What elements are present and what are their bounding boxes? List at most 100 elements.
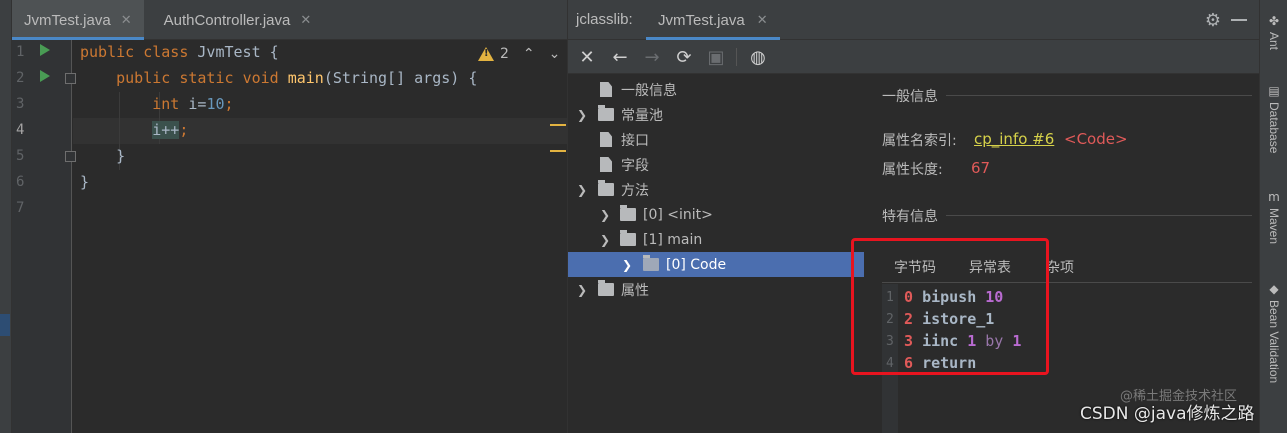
panel-toolbar: ✕ ← → ⟳ ▣ ◍ (568, 40, 1259, 74)
code-line-1: public class JvmTest { (80, 43, 279, 61)
ant-icon: ✤ (1268, 14, 1280, 28)
panel-tab-jvmtest[interactable]: JvmTest.java ✕ (646, 0, 780, 40)
database-icon: ▤ (1268, 84, 1280, 98)
tool-label: Database (1267, 102, 1281, 154)
general-info-heading: 一般信息 (882, 89, 938, 105)
chevron-up-icon[interactable]: ⌃ (523, 46, 535, 62)
refresh-icon[interactable]: ⟳ (672, 45, 696, 69)
close-icon[interactable]: ✕ (300, 12, 311, 28)
tree-item-constant-pool[interactable]: ❯ 常量池 (568, 102, 864, 127)
tree-item-method-main[interactable]: ❯ [1] main (568, 227, 864, 252)
folder-icon (620, 205, 636, 221)
length-label: 属性长度: (882, 162, 943, 178)
file-icon (600, 132, 612, 147)
folder-icon (598, 280, 614, 296)
toolbar-separator (736, 48, 737, 66)
close-icon[interactable]: ✕ (121, 12, 132, 28)
hide-icon[interactable] (1231, 19, 1247, 21)
code-line-4: i++; (152, 121, 189, 139)
chevron-right-icon[interactable]: ❯ (599, 208, 611, 222)
tab-label: AuthController.java (163, 11, 291, 29)
right-tool-strip: ✤ Ant ▤ Database m Maven ◆ Bean Validati… (1259, 0, 1287, 433)
annotation-highlight-box (851, 238, 1049, 375)
tool-bean-validation[interactable]: ◆ Bean Validation (1264, 282, 1284, 383)
jclasslib-panel: jclasslib: JvmTest.java ✕ ⚙ ✕ ← → ⟳ ▣ ◍ … (568, 0, 1259, 433)
line-number: 7 (16, 200, 25, 216)
chevron-down-icon[interactable]: ❯ (599, 233, 611, 247)
divider (946, 215, 1252, 216)
tree-item-interfaces[interactable]: 接口 (568, 127, 864, 152)
tree-item-fields[interactable]: 字段 (568, 152, 864, 177)
tool-database[interactable]: ▤ Database (1264, 84, 1284, 153)
tool-maven[interactable]: m Maven (1264, 190, 1284, 244)
tool-label: Maven (1267, 208, 1281, 245)
folder-icon (643, 255, 659, 271)
chevron-right-icon[interactable]: ❯ (621, 258, 633, 272)
save-icon[interactable]: ▣ (704, 45, 728, 69)
tool-ant[interactable]: ✤ Ant (1264, 14, 1284, 50)
warning-stripe-mark[interactable] (550, 150, 566, 152)
code-line-2: public static void main(String[] args) { (116, 69, 478, 87)
tab-label: JvmTest.java (24, 11, 111, 29)
back-icon[interactable]: ← (608, 45, 632, 69)
editor-tab-bar: JvmTest.java ✕ AuthController.java ✕ (12, 0, 567, 40)
folder-icon (598, 180, 614, 196)
run-icon[interactable] (40, 44, 50, 56)
panel-tab-label: JvmTest.java (658, 11, 745, 29)
tree-item-methods[interactable]: ❯ 方法 (568, 177, 864, 202)
tree-item-attributes[interactable]: ❯ 属性 (568, 277, 864, 302)
code-line-6: } (80, 173, 90, 191)
code-line-5: } (116, 147, 126, 165)
tab-misc[interactable]: 杂项 (1046, 257, 1074, 277)
forward-icon[interactable]: → (640, 45, 664, 69)
file-icon (600, 157, 612, 172)
folder-icon (598, 105, 614, 121)
class-tree: 一般信息 ❯ 常量池 接口 字段 ❯ 方法 ❯ [0] <init> ❯ [1]… (568, 75, 864, 433)
warning-stripe-mark[interactable] (550, 124, 566, 126)
gear-icon[interactable]: ⚙ (1205, 10, 1221, 31)
tree-item-code[interactable]: ❯ [0] Code (568, 252, 864, 277)
run-icon[interactable] (40, 70, 50, 82)
line-gutter: 1 2 3 4 5 6 7 (12, 40, 76, 433)
panel-header: jclasslib: JvmTest.java ✕ ⚙ (568, 0, 1259, 40)
left-tool-strip (0, 0, 12, 433)
tab-authcontroller[interactable]: AuthController.java ✕ (152, 0, 324, 40)
tree-item-general[interactable]: 一般信息 (568, 77, 864, 102)
code-line-3: int i=10; (152, 95, 234, 113)
chevron-right-icon[interactable]: ❯ (576, 283, 588, 297)
tree-label: [0] Code (666, 256, 727, 273)
problems-indicator[interactable]: 2 ⌃ ⌄ (478, 46, 560, 62)
tree-label: 属性 (621, 282, 649, 299)
cp-info-link[interactable]: cp_info #6 (974, 130, 1054, 148)
close-icon[interactable]: ✕ (575, 45, 599, 69)
browser-icon[interactable]: ◍ (746, 45, 770, 69)
code-editor: JvmTest.java ✕ AuthController.java ✕ 1 2… (12, 0, 568, 433)
tree-label: [0] <init> (643, 206, 713, 223)
chevron-down-icon[interactable]: ⌄ (549, 46, 561, 62)
name-index-label: 属性名索引: (882, 133, 957, 149)
line-number: 2 (16, 70, 25, 86)
warning-icon (478, 47, 494, 61)
tree-label: 接口 (621, 132, 649, 149)
tool-label: Ant (1267, 32, 1281, 51)
file-icon (600, 82, 612, 97)
left-strip-marker (0, 314, 10, 336)
problems-count: 2 (500, 46, 509, 62)
bean-validation-icon: ◆ (1269, 282, 1279, 296)
line-number: 3 (16, 96, 25, 112)
line-number: 6 (16, 174, 25, 190)
line-number: 1 (16, 44, 25, 60)
tab-jvmtest[interactable]: JvmTest.java ✕ (12, 0, 144, 40)
code-area[interactable]: public class JvmTest { public static voi… (73, 40, 567, 433)
name-index-value: <Code> (1064, 130, 1128, 148)
length-value: 67 (971, 159, 991, 177)
tree-label: [1] main (643, 231, 703, 248)
tree-label: 字段 (621, 157, 649, 174)
chevron-down-icon[interactable]: ❯ (576, 183, 588, 197)
maven-icon: m (1268, 190, 1280, 204)
close-icon[interactable]: ✕ (757, 12, 768, 28)
line-number: 4 (16, 122, 25, 138)
chevron-right-icon[interactable]: ❯ (576, 108, 588, 122)
tree-label: 常量池 (621, 107, 663, 124)
tree-item-method-init[interactable]: ❯ [0] <init> (568, 202, 864, 227)
